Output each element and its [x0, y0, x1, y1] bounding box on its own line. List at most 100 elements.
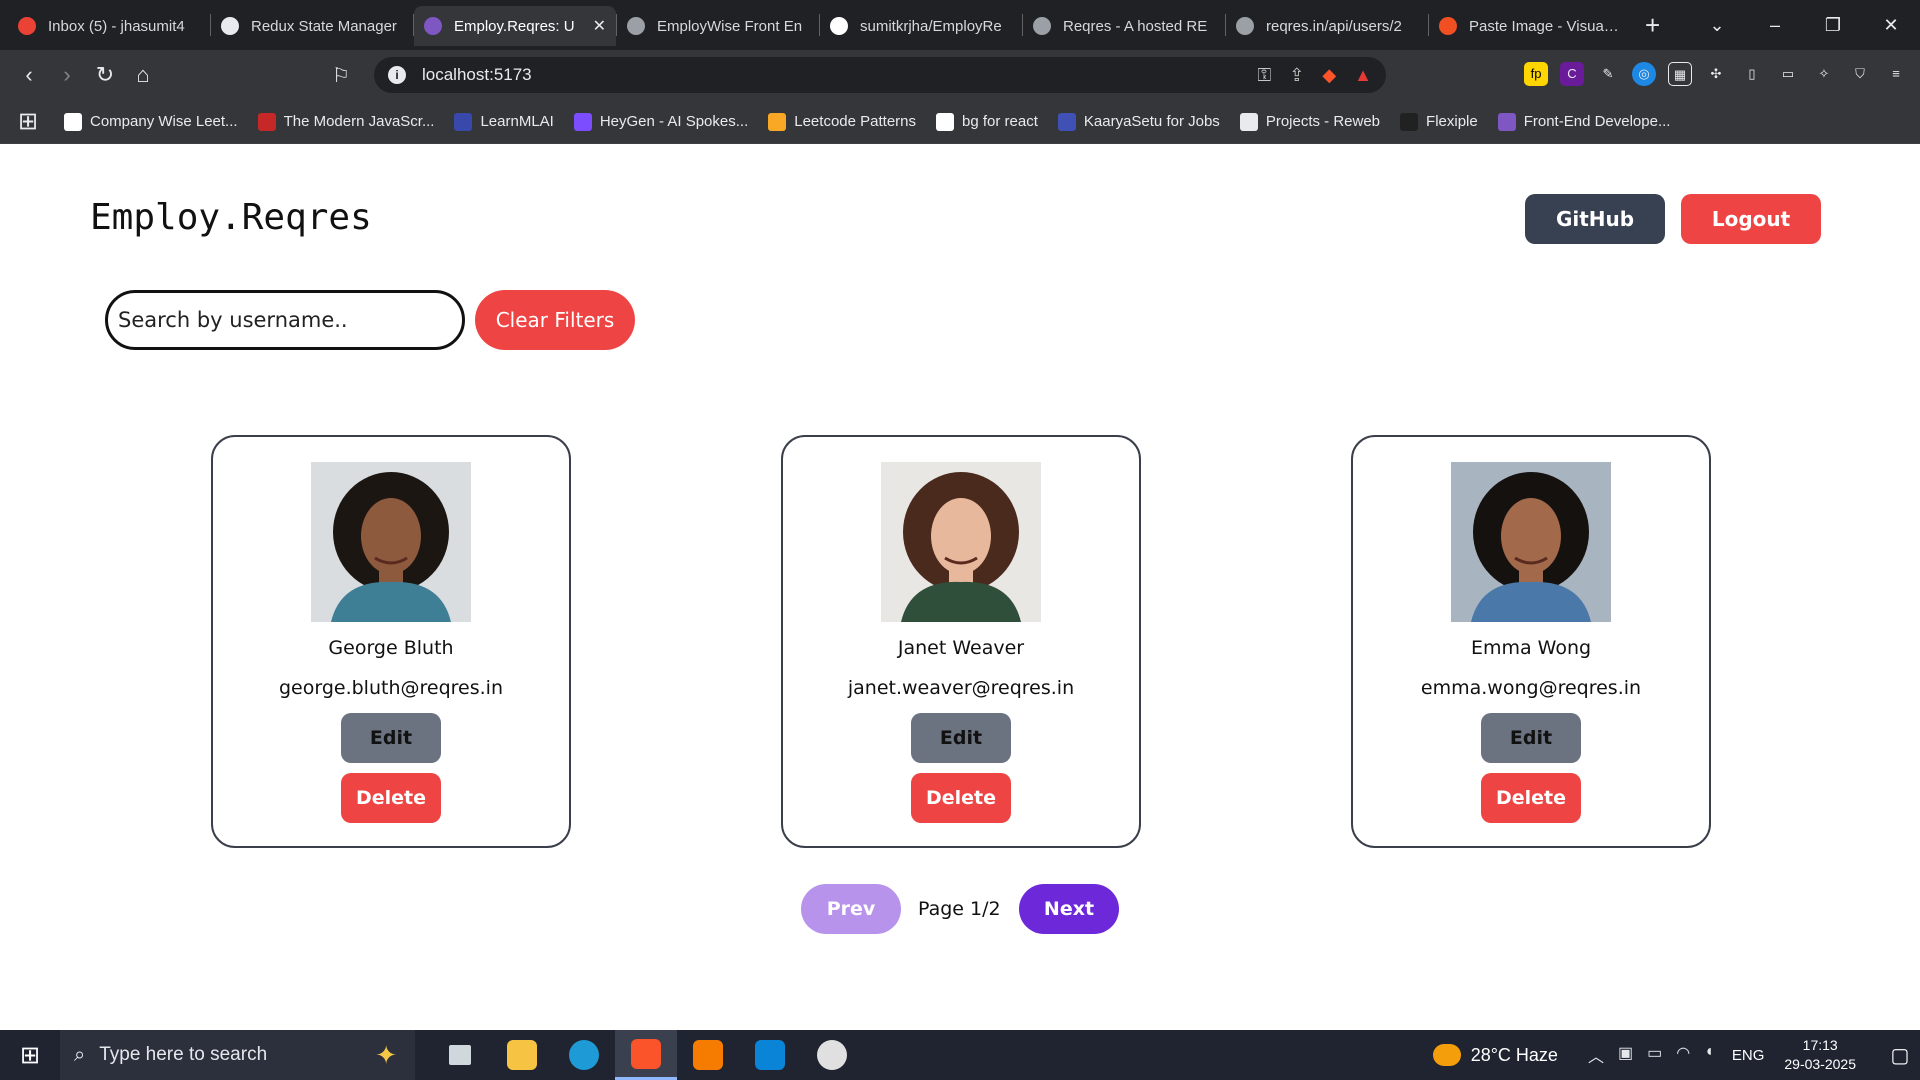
- wifi-icon[interactable]: ◠: [1676, 1043, 1690, 1067]
- search-input[interactable]: [105, 290, 465, 350]
- edit-user-button[interactable]: Edit: [341, 713, 441, 763]
- github-button[interactable]: GitHub: [1525, 194, 1665, 244]
- language-indicator[interactable]: ENG: [1732, 1047, 1765, 1064]
- notification-icon[interactable]: ▢: [1880, 1043, 1920, 1068]
- forward-icon[interactable]: ›: [48, 62, 86, 88]
- system-clock[interactable]: 17:13 29-03-2025: [1784, 1036, 1856, 1074]
- browser-tab[interactable]: Reqres - A hosted RE: [1023, 6, 1225, 46]
- weather-widget[interactable]: 28°C Haze: [1432, 1044, 1558, 1066]
- weather-text: 28°C Haze: [1470, 1044, 1558, 1065]
- next-page-button[interactable]: Next: [1019, 884, 1119, 934]
- bookmark-item[interactable]: Company Wise Leet...: [64, 112, 238, 131]
- bookmark-label: LearnMLAI: [480, 113, 554, 130]
- windows-taskbar: ⊞ ⌕ Type here to search ✦ 28°C Haze ︿ ▣ …: [0, 1030, 1920, 1080]
- address-toolbar: ‹ › ↻ ⌂ ⚐ i localhost:5173 ⚿ ⇪ ◆ ▲ fp C …: [0, 50, 1920, 100]
- bookmark-item[interactable]: The Modern JavaScr...: [257, 112, 434, 131]
- taskbar-app-clock[interactable]: [801, 1030, 863, 1080]
- bookmark-item[interactable]: Projects - Reweb: [1239, 112, 1380, 131]
- volume-icon[interactable]: ◖: [1704, 1043, 1714, 1067]
- brave-rewards-icon[interactable]: ▲: [1354, 65, 1372, 86]
- extension-icon[interactable]: ▦: [1668, 62, 1692, 86]
- taskbar-app-edge[interactable]: [553, 1030, 615, 1080]
- leo-icon[interactable]: ✧: [1812, 62, 1836, 86]
- browser-tab[interactable]: reqres.in/api/users/2: [1226, 6, 1428, 46]
- edit-user-button[interactable]: Edit: [911, 713, 1011, 763]
- bookmark-item[interactable]: KaaryaSetu for Jobs: [1057, 112, 1220, 131]
- tab-favicon-icon: [627, 17, 645, 35]
- bookmark-item[interactable]: bg for react: [936, 112, 1038, 131]
- bookmark-label: Front-End Develope...: [1523, 113, 1671, 130]
- sidebar-icon[interactable]: ▯: [1740, 62, 1764, 86]
- new-tab-button[interactable]: +: [1645, 10, 1660, 41]
- battery-icon[interactable]: ▭: [1647, 1043, 1662, 1067]
- browser-tab[interactable]: sumitkrjha/EmployRe: [820, 6, 1022, 46]
- clear-filters-button[interactable]: Clear Filters: [475, 290, 635, 350]
- site-info-icon[interactable]: i: [388, 66, 406, 84]
- bookmark-item[interactable]: LearnMLAI: [454, 112, 554, 131]
- vpn-icon[interactable]: ⛉: [1848, 62, 1872, 86]
- back-icon[interactable]: ‹: [10, 62, 48, 88]
- minimize-icon[interactable]: –: [1746, 15, 1804, 36]
- restore-icon[interactable]: ❐: [1804, 15, 1862, 36]
- apps-grid-icon[interactable]: ⊞: [18, 108, 44, 135]
- share-icon[interactable]: ⇪: [1289, 65, 1304, 86]
- home-icon[interactable]: ⌂: [124, 62, 162, 88]
- taskbar-app-file-explorer[interactable]: [491, 1030, 553, 1080]
- browser-tab[interactable]: EmployWise Front En: [617, 6, 819, 46]
- edge-icon: [569, 1040, 599, 1070]
- app-page: Employ.Reqres GitHub Logout Clear Filter…: [0, 145, 1920, 1030]
- delete-user-button[interactable]: Delete: [1481, 773, 1581, 823]
- user-card: Emma Wong emma.wong@reqres.in Edit Delete: [1351, 435, 1711, 848]
- taskbar-app-vscode[interactable]: [739, 1030, 801, 1080]
- tab-close-icon[interactable]: ✕: [593, 16, 606, 36]
- extension-icon[interactable]: fp: [1524, 62, 1548, 86]
- taskbar-app-task-view[interactable]: [429, 1030, 491, 1080]
- address-bar[interactable]: i localhost:5173 ⚿ ⇪ ◆ ▲: [374, 57, 1386, 93]
- brave-icon: [631, 1038, 661, 1069]
- tray-icons: ︿ ▣ ▭ ◠ ◖: [1588, 1043, 1714, 1067]
- browser-tab[interactable]: Employ.Reqres: U ✕: [414, 6, 616, 46]
- bookmark-item[interactable]: Leetcode Patterns: [768, 112, 916, 131]
- tab-search-icon[interactable]: ⌄: [1688, 15, 1746, 36]
- prev-page-button[interactable]: Prev: [801, 884, 901, 934]
- taskbar-search[interactable]: ⌕ Type here to search ✦: [60, 1030, 415, 1080]
- tab-title: Paste Image - Visual S: [1469, 17, 1621, 35]
- browser-tab[interactable]: Paste Image - Visual S: [1429, 6, 1631, 46]
- windows-start-icon[interactable]: ⊞: [0, 1041, 60, 1070]
- delete-user-button[interactable]: Delete: [911, 773, 1011, 823]
- extension-icon[interactable]: C: [1560, 62, 1584, 86]
- user-avatar: [311, 462, 471, 622]
- weather-icon: [1432, 1044, 1461, 1066]
- chevron-up-icon[interactable]: ︿: [1588, 1043, 1604, 1067]
- app-brand: Employ.Reqres: [90, 197, 372, 238]
- close-window-icon[interactable]: ✕: [1862, 15, 1920, 36]
- wallet-icon[interactable]: ▭: [1776, 62, 1800, 86]
- logout-button[interactable]: Logout: [1681, 194, 1821, 244]
- bookmark-icon[interactable]: ⚐: [332, 63, 350, 88]
- browser-tab[interactable]: Inbox (5) - jhasumit4: [8, 6, 210, 46]
- bookmark-item[interactable]: Flexiple: [1400, 112, 1478, 131]
- system-tray: 28°C Haze ︿ ▣ ▭ ◠ ◖ ENG 17:13 29-03-2025…: [1432, 1030, 1920, 1080]
- bookmark-item[interactable]: Front-End Develope...: [1497, 112, 1671, 131]
- browser-tab[interactable]: Redux State Manager: [211, 6, 413, 46]
- key-icon[interactable]: ⚿: [1258, 65, 1272, 86]
- taskbar-app-brave[interactable]: [615, 1030, 677, 1080]
- menu-icon[interactable]: ≡: [1884, 62, 1908, 86]
- edit-user-button[interactable]: Edit: [1481, 713, 1581, 763]
- reload-icon[interactable]: ↻: [86, 62, 124, 88]
- tab-title: Redux State Manager: [251, 17, 397, 35]
- brave-shields-icon[interactable]: ◆: [1322, 65, 1336, 86]
- color-picker-icon[interactable]: ✎: [1596, 62, 1620, 86]
- bookmark-favicon-icon: [1057, 112, 1076, 131]
- bookmark-item[interactable]: HeyGen - AI Spokes...: [573, 112, 748, 131]
- taskbar-app-vlc[interactable]: [677, 1030, 739, 1080]
- tab-favicon-icon: [424, 17, 442, 35]
- extension-icon[interactable]: ◎: [1632, 62, 1656, 86]
- user-email: george.bluth@reqres.in: [278, 677, 503, 699]
- url-text[interactable]: localhost:5173: [422, 65, 532, 85]
- page-indicator: Page 1/2: [918, 898, 1001, 920]
- tab-title: Inbox (5) - jhasumit4: [48, 17, 185, 35]
- delete-user-button[interactable]: Delete: [341, 773, 441, 823]
- meet-icon[interactable]: ▣: [1618, 1043, 1633, 1067]
- extensions-puzzle-icon[interactable]: ✣: [1704, 62, 1728, 86]
